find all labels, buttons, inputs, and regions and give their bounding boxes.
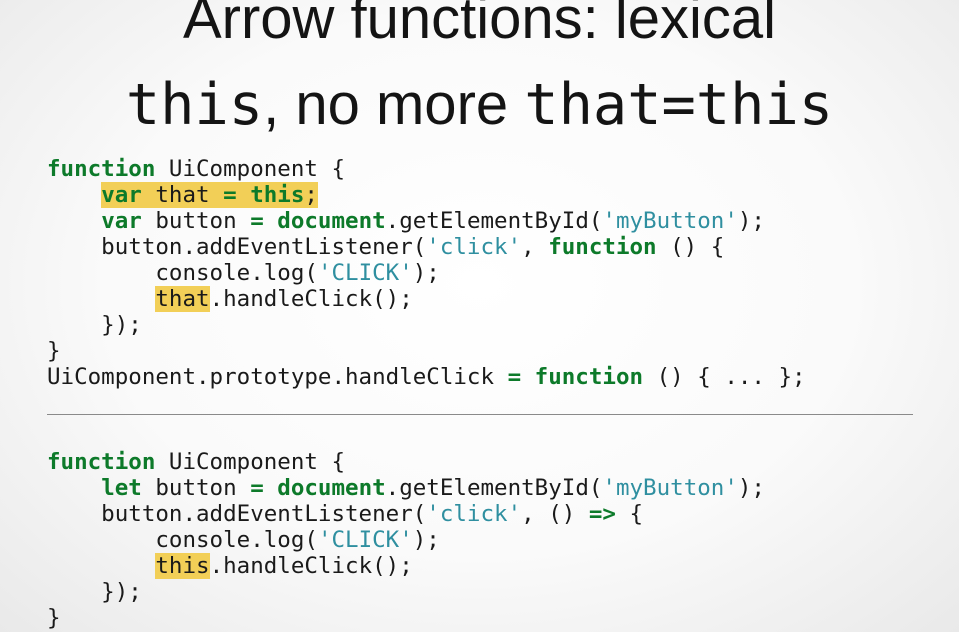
code-text: button [141,208,251,234]
code-text: .handleClick(); [209,286,413,312]
code-text: console.log( [47,527,318,553]
code-text: () { [656,234,725,260]
code-text: , [521,234,549,260]
code-keyword: document [277,208,386,234]
code-text: .getElementById( [385,208,603,234]
code-line: button.addEventListener('click', () => { [47,501,765,527]
code-text: button.addEventListener( [47,234,427,260]
code-text: ; [304,182,318,208]
code-text: UiComponent.prototype.handleClick [47,364,508,390]
code-text: button.addEventListener( [47,501,427,527]
code-keyword: = [250,208,264,234]
code-keyword: function [548,234,657,260]
slide: Arrow functions: lexical this, no more t… [0,0,959,632]
code-keyword: this [250,182,305,208]
code-keyword: = [507,364,522,390]
code-text: ); [412,527,440,553]
code-keyword: => [588,501,616,527]
code-line: function UiComponent { [47,449,765,475]
slide-title-line-2: this, no more that=this [0,70,959,140]
code-line: this.handleClick(); [47,553,765,579]
code-block-after: function UiComponent { let button = docu… [47,449,765,631]
code-keyword: = [250,475,264,501]
code-line: } [47,605,765,631]
code-string: 'CLICK' [317,260,413,286]
code-line: console.log('CLICK'); [47,260,806,286]
section-divider [47,414,913,415]
code-text: ); [412,260,440,286]
code-line: UiComponent.prototype.handleClick = func… [47,364,806,390]
code-string: 'click' [426,501,522,527]
code-keyword: function [534,364,644,390]
code-text: UiComponent { [155,449,346,475]
code-keyword: = [223,182,237,208]
code-line: console.log('CLICK'); [47,527,765,553]
code-string: 'click' [426,234,522,260]
code-string: 'myButton' [602,208,738,234]
code-keyword: var [101,182,142,208]
code-highlight: that [155,286,210,312]
code-line: function UiComponent { [47,156,806,182]
code-text: { [615,501,644,527]
code-text: } [47,338,61,364]
code-text: console.log( [47,260,318,286]
code-line: let button = document.getElementById('my… [47,475,765,501]
code-text: () { ... }; [643,364,806,390]
code-text: ); [737,475,765,501]
code-keyword: var [101,208,142,234]
code-text: button [141,475,251,501]
code-text: ); [737,208,765,234]
code-text: } [47,605,61,631]
title-that-equals-this: that=this [524,72,834,138]
code-line: var button = document.getElementById('my… [47,208,806,234]
code-text: UiComponent { [155,156,346,182]
code-line: that.handleClick(); [47,286,806,312]
code-block-before: function UiComponent { var that = this; … [47,156,806,390]
code-text: .handleClick(); [209,553,413,579]
code-keyword: function [47,449,156,475]
code-keyword: document [277,475,386,501]
code-text: }); [47,579,142,605]
code-string: 'CLICK' [317,527,413,553]
code-line: }); [47,312,806,338]
code-line: var that = this; [47,182,806,208]
code-line: button.addEventListener('click', functio… [47,234,806,260]
code-keyword: function [47,156,156,182]
code-text: , () [521,501,589,527]
title-no-more-text: , no more [263,72,525,137]
code-text: that [141,182,224,208]
code-line: }); [47,579,765,605]
code-highlight: this [155,553,210,579]
code-line: } [47,338,806,364]
title-text-line-1: Arrow functions: lexical [182,0,777,51]
code-text: .getElementById( [385,475,603,501]
code-string: 'myButton' [602,475,738,501]
title-this-keyword: this [125,72,264,138]
code-highlight: var that = this; [101,182,318,208]
slide-title-line-1: Arrow functions: lexical [0,0,959,54]
code-text: }); [47,312,142,338]
code-keyword: let [101,475,142,501]
